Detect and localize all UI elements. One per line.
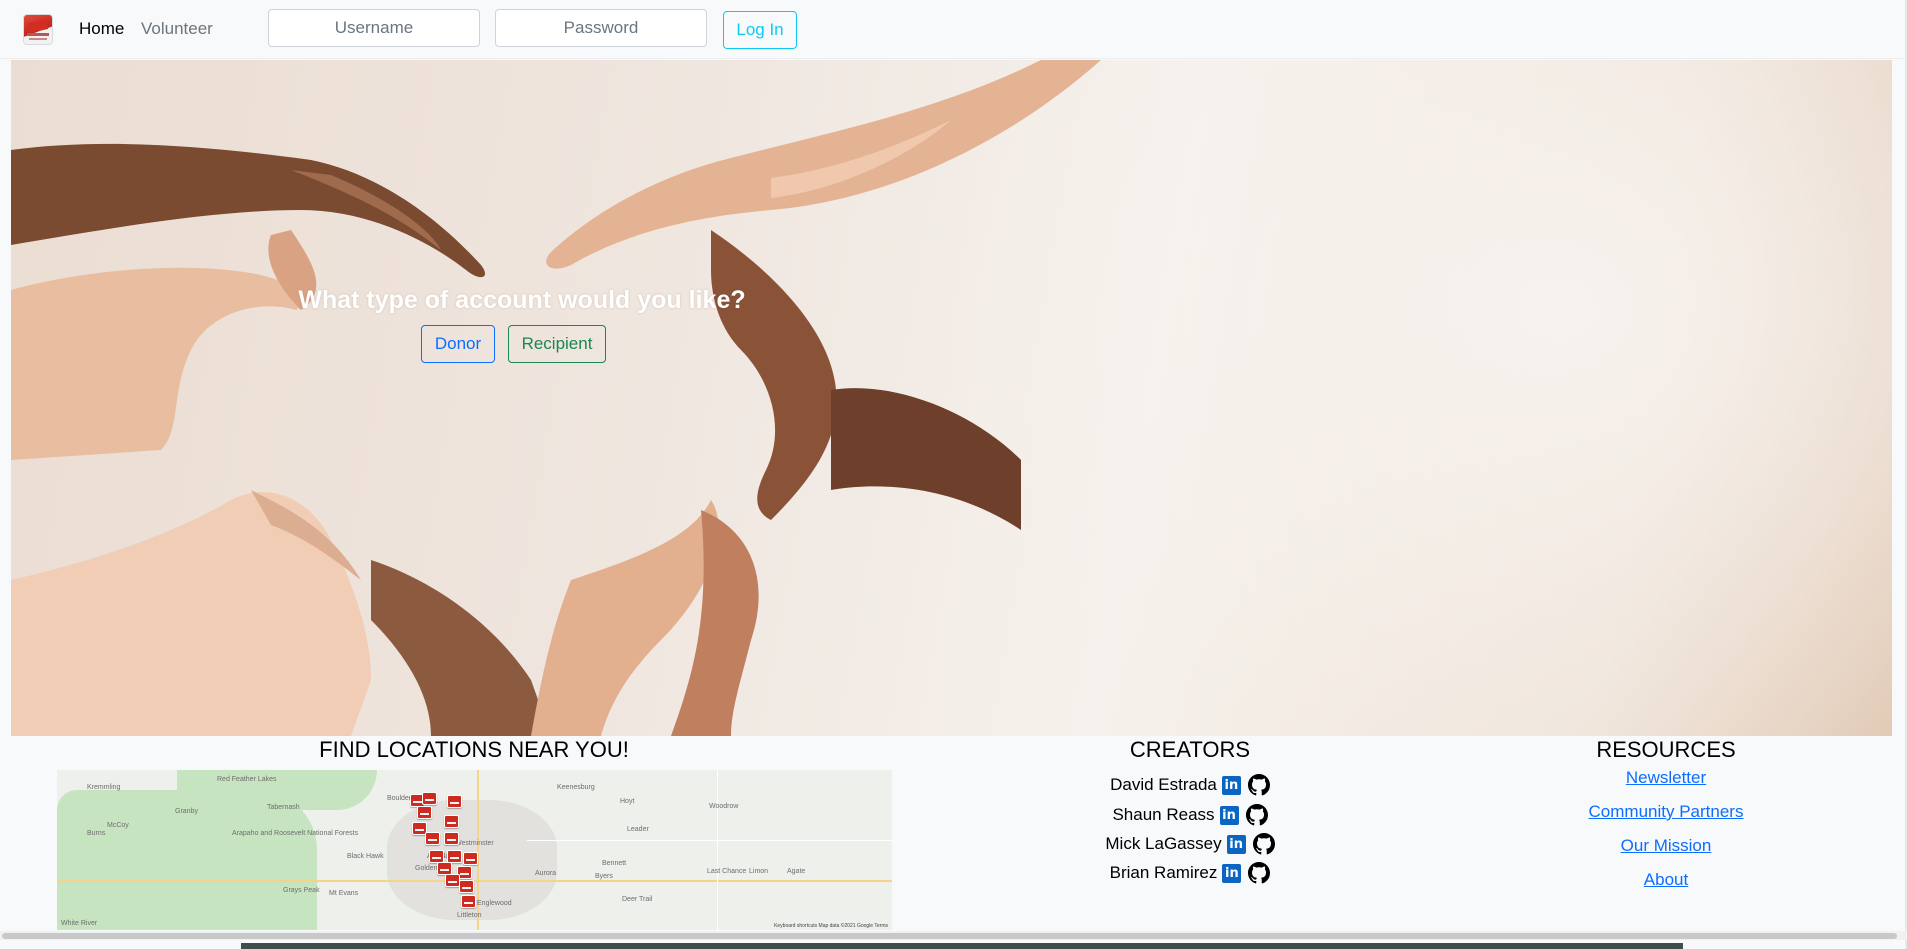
account-type-question: What type of account would you like?: [298, 286, 746, 314]
hero-banner: What type of account would you like? Don…: [11, 60, 1892, 736]
top-navbar: Home Volunteer Log In: [0, 0, 1907, 59]
location-pin[interactable]: [444, 832, 459, 845]
our-mission-link[interactable]: Our Mission: [1566, 836, 1766, 856]
map-label: Arapaho and Roosevelt National Forests: [232, 830, 359, 837]
creator-name: Brian Ramirez: [1109, 863, 1218, 882]
nav-link-home[interactable]: Home: [79, 19, 124, 39]
linkedin-icon[interactable]: in: [1221, 775, 1241, 795]
location-pin[interactable]: [417, 806, 432, 819]
map-label: McCoy: [107, 822, 129, 829]
location-pin[interactable]: [444, 815, 459, 828]
map-label: Grays Peak: [283, 887, 320, 894]
map-label: Woodrow: [709, 803, 739, 810]
github-icon[interactable]: [1252, 833, 1275, 855]
location-pin[interactable]: [459, 880, 474, 893]
logo-label-line: [27, 33, 49, 36]
map-label: Englewood: [477, 900, 512, 907]
map-label: Byers: [595, 873, 613, 880]
creator-name: Shaun Reass: [1112, 805, 1215, 824]
newsletter-link[interactable]: Newsletter: [1566, 768, 1766, 788]
map-label: Last Chance: [707, 868, 747, 875]
map-attribution[interactable]: Keyboard shortcuts Map data ©2021 Google…: [774, 923, 888, 929]
horizontal-scrollbar-thumb[interactable]: [2, 933, 1897, 939]
map-label: Aurora: [535, 870, 557, 877]
map-label: Westminster: [455, 840, 494, 847]
next-section-preview: [241, 943, 1683, 949]
map-label: Kremmling: [87, 784, 121, 791]
community-partners-link[interactable]: Community Partners: [1566, 802, 1766, 822]
map-label: Golden: [415, 865, 438, 872]
location-pin[interactable]: [447, 795, 462, 808]
map-label: Tabernash: [267, 804, 300, 811]
recipient-button[interactable]: Recipient: [508, 325, 606, 363]
map-label: Black Hawk: [347, 853, 384, 860]
location-pin[interactable]: [445, 874, 460, 887]
creator-row: Brian Ramirez in: [1080, 861, 1300, 885]
map-label: Limon: [749, 868, 769, 875]
linkedin-icon[interactable]: in: [1219, 805, 1239, 825]
location-pin[interactable]: [461, 895, 476, 908]
location-pin[interactable]: [422, 792, 437, 805]
creators-heading: CREATORS: [1129, 737, 1251, 762]
map-label: Littleton: [457, 912, 482, 919]
heart-hands-image: [11, 60, 1101, 736]
map-highway-70: [57, 880, 892, 882]
map-label: Agate: [787, 868, 806, 875]
map-road: [527, 840, 892, 841]
github-icon[interactable]: [1247, 774, 1270, 796]
github-icon[interactable]: [1245, 804, 1268, 826]
logo-can-shape: [27, 19, 49, 33]
map-label: Burns: [87, 830, 106, 837]
map-label: Red Feather Lakes: [217, 776, 277, 783]
about-link[interactable]: About: [1566, 870, 1766, 890]
map-label: Mt Evans: [329, 890, 359, 897]
locations-map[interactable]: Kremmling Red Feather Lakes Tabernash Bo…: [57, 770, 892, 930]
map-label: Boulder: [387, 795, 412, 802]
map-label: Keenesburg: [557, 784, 595, 791]
linkedin-icon[interactable]: in: [1222, 863, 1242, 883]
map-label: White River: [61, 920, 98, 927]
creator-row: Mick LaGassey in: [1080, 832, 1300, 856]
creator-name: David Estrada: [1110, 775, 1217, 794]
username-input[interactable]: [268, 9, 480, 47]
map-label: Hoyt: [620, 798, 635, 805]
creator-name: Mick LaGassey: [1105, 834, 1222, 853]
map-label: Granby: [175, 808, 198, 815]
location-pin[interactable]: [463, 852, 478, 865]
logo-label-line-2: [29, 38, 47, 40]
map-label: Leader: [627, 826, 649, 833]
creator-row: Shaun Reass in: [1080, 803, 1300, 827]
resources-heading: RESOURCES: [1596, 737, 1736, 762]
creator-row: David Estrada in: [1080, 773, 1300, 797]
linkedin-icon[interactable]: in: [1226, 834, 1246, 854]
location-pin[interactable]: [425, 832, 440, 845]
nav-link-volunteer[interactable]: Volunteer: [141, 19, 213, 39]
map-road-2: [717, 770, 718, 930]
map-label: Deer Trail: [622, 896, 653, 903]
github-icon[interactable]: [1248, 862, 1271, 884]
map-label: Bennett: [602, 860, 627, 867]
food-can-logo-icon[interactable]: [24, 15, 52, 44]
donor-button[interactable]: Donor: [421, 325, 495, 363]
find-locations-heading: FIND LOCATIONS NEAR YOU!: [319, 737, 629, 762]
login-button[interactable]: Log In: [723, 11, 797, 49]
password-input[interactable]: [495, 9, 707, 47]
